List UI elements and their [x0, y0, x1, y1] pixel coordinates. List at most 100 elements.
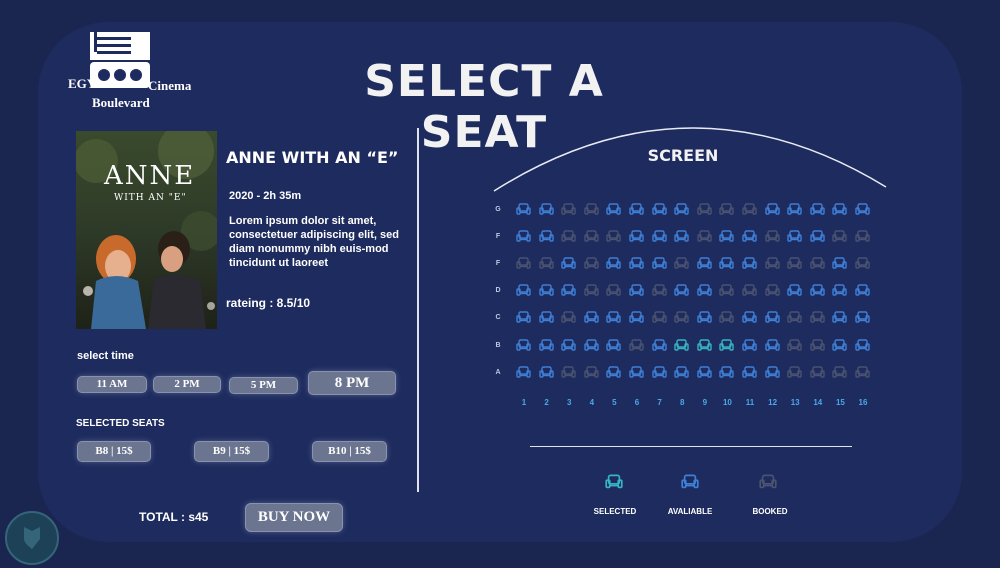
- seat-c1[interactable]: [516, 311, 531, 324]
- seat-b11[interactable]: [742, 338, 757, 352]
- selected-seat-b10[interactable]: B10 | 15$: [312, 441, 387, 462]
- seat-c11[interactable]: [742, 311, 757, 324]
- seat-b16[interactable]: [855, 338, 870, 352]
- seat-a3: [561, 365, 576, 379]
- seat-f6[interactable]: [629, 230, 644, 243]
- seat-g14[interactable]: [810, 203, 825, 216]
- seat-f9[interactable]: [697, 257, 712, 270]
- seat-b12[interactable]: [764, 338, 780, 352]
- seat-a2[interactable]: [538, 365, 554, 379]
- seat-c5[interactable]: [606, 311, 622, 324]
- seat-b2[interactable]: [538, 338, 554, 352]
- seat-f11[interactable]: [742, 230, 757, 243]
- seat-f6[interactable]: [629, 257, 644, 270]
- seat-c12[interactable]: [764, 311, 780, 324]
- seat-g1[interactable]: [516, 203, 531, 216]
- seat-g12[interactable]: [764, 203, 780, 216]
- column-label: 12: [768, 398, 778, 407]
- seat-f15[interactable]: [832, 257, 848, 270]
- seat-c16[interactable]: [855, 311, 870, 324]
- seat-g15[interactable]: [832, 203, 848, 216]
- row-label: C: [495, 314, 501, 322]
- seat-g10: [719, 203, 735, 216]
- seat-b8[interactable]: [674, 338, 689, 352]
- seat-c4[interactable]: [584, 311, 599, 324]
- seat-d15[interactable]: [832, 284, 848, 297]
- seat-a10[interactable]: [719, 365, 735, 379]
- cinema-logo: EGY Boulevard Cinema: [66, 30, 194, 114]
- seat-f8[interactable]: [674, 230, 689, 243]
- seat-c15[interactable]: [832, 311, 848, 324]
- seat-f12: [764, 230, 780, 243]
- seat-a8[interactable]: [674, 365, 689, 379]
- seat-g11: [742, 203, 757, 216]
- seat-f13[interactable]: [787, 230, 802, 243]
- seat-d2[interactable]: [538, 284, 554, 297]
- seat-f13: [787, 257, 802, 270]
- floor-line: [530, 446, 852, 447]
- seat-f11[interactable]: [742, 257, 757, 270]
- seat-b5[interactable]: [606, 338, 622, 352]
- seat-g16[interactable]: [855, 203, 870, 216]
- seat-a5[interactable]: [606, 365, 622, 379]
- selected-seat-b9[interactable]: B9 | 15$: [194, 441, 269, 462]
- seat-c9[interactable]: [697, 311, 712, 324]
- selected-seat-b8[interactable]: B8 | 15$: [77, 441, 151, 462]
- seat-d3[interactable]: [561, 284, 576, 297]
- seat-d10: [719, 284, 735, 297]
- seat-a1[interactable]: [516, 365, 531, 379]
- seat-g4: [584, 203, 599, 216]
- time-option-5pm[interactable]: 5 PM: [229, 377, 298, 394]
- seat-a12[interactable]: [764, 365, 780, 379]
- seat-f14[interactable]: [810, 230, 825, 243]
- select-time-label: select time: [77, 350, 134, 362]
- seat-f2[interactable]: [538, 230, 554, 243]
- section-divider: [417, 128, 419, 492]
- seat-b13: [787, 338, 802, 352]
- seat-f1[interactable]: [516, 230, 531, 243]
- seat-f10[interactable]: [719, 230, 735, 243]
- movie-rating: rateing : 8.5/10: [226, 296, 311, 310]
- row-label: D: [495, 287, 501, 295]
- seat-a9[interactable]: [697, 365, 712, 379]
- seat-d14[interactable]: [810, 284, 825, 297]
- seat-b1[interactable]: [516, 338, 531, 352]
- seat-g8[interactable]: [674, 203, 689, 216]
- seat-f7[interactable]: [651, 257, 667, 270]
- time-option-11am[interactable]: 11 AM: [77, 376, 147, 393]
- seat-d8[interactable]: [674, 284, 689, 297]
- seat-f10[interactable]: [719, 257, 735, 270]
- seat-a6[interactable]: [629, 365, 644, 379]
- time-option-8pm[interactable]: 8 PM: [308, 371, 396, 395]
- seat-g5[interactable]: [606, 203, 622, 216]
- seat-g13[interactable]: [787, 203, 802, 216]
- seat-a14: [810, 365, 825, 379]
- seat-f5[interactable]: [606, 257, 622, 270]
- seat-d1[interactable]: [516, 284, 531, 297]
- seat-d6[interactable]: [629, 284, 644, 297]
- seat-a4: [584, 365, 599, 379]
- column-label: 16: [858, 398, 868, 407]
- seat-d16[interactable]: [855, 284, 870, 297]
- seat-b10[interactable]: [719, 338, 735, 352]
- seat-g2[interactable]: [538, 203, 554, 216]
- seat-b3[interactable]: [561, 338, 576, 352]
- seat-g7[interactable]: [651, 203, 667, 216]
- seat-b7[interactable]: [651, 338, 667, 352]
- buy-now-button[interactable]: BUY NOW: [245, 503, 343, 532]
- seat-b15[interactable]: [832, 338, 848, 352]
- seat-d13[interactable]: [787, 284, 802, 297]
- seat-d9[interactable]: [697, 284, 712, 297]
- seat-a11[interactable]: [742, 365, 757, 379]
- seat-c2[interactable]: [538, 311, 554, 324]
- seat-b9[interactable]: [697, 338, 712, 352]
- seat-a7[interactable]: [651, 365, 667, 379]
- seat-f7[interactable]: [651, 230, 667, 243]
- seat-b4[interactable]: [584, 338, 599, 352]
- seat-f3[interactable]: [561, 257, 576, 270]
- movie-year-duration: 2020 - 2h 35m: [229, 190, 302, 202]
- movie-description: Lorem ipsum dolor sit amet, consectetuer…: [229, 215, 399, 269]
- time-option-2pm[interactable]: 2 PM: [153, 376, 221, 393]
- seat-g6[interactable]: [629, 203, 644, 216]
- seat-c6[interactable]: [629, 311, 644, 324]
